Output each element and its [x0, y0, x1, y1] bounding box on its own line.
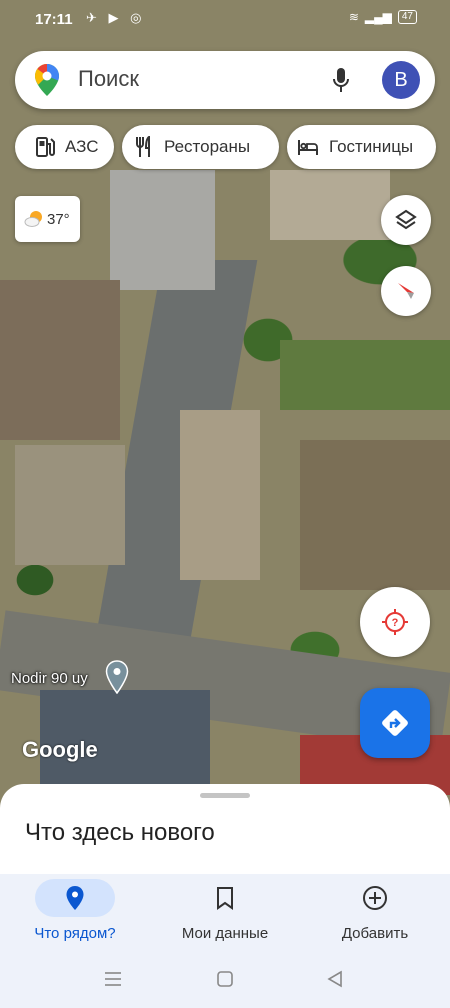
recents-icon[interactable] [103, 970, 123, 988]
chip-gas-stations[interactable]: АЗС [15, 125, 114, 169]
map-field [300, 440, 450, 590]
sheet-drag-handle[interactable] [200, 793, 250, 798]
map-field [0, 280, 120, 440]
bookmark-icon [217, 887, 233, 910]
chip-label: АЗС [65, 137, 99, 156]
search-bar[interactable]: Поиск B [15, 51, 435, 109]
avatar[interactable]: B [382, 61, 420, 99]
nav-icon-container [335, 879, 415, 917]
nav-label: Мои данные [181, 925, 269, 942]
nav-contribute[interactable]: Добавить [300, 874, 450, 952]
restaurant-icon [136, 136, 150, 157]
layers-icon [395, 209, 417, 230]
map-building [110, 170, 215, 290]
status-right: ≋ ▂▄▆ 47 [349, 10, 417, 24]
google-attribution: Google [22, 737, 98, 762]
gas-station-icon [36, 137, 55, 157]
google-maps-logo-icon [35, 64, 59, 96]
directions-icon [382, 710, 408, 736]
weather-temperature: 37° [47, 210, 70, 228]
home-icon[interactable] [216, 970, 234, 988]
map-building [270, 170, 390, 240]
map-building [180, 410, 260, 580]
back-icon[interactable] [326, 970, 344, 988]
weather-widget[interactable]: 37° [15, 196, 80, 242]
nav-explore[interactable]: Что рядом? [0, 874, 150, 952]
hotel-icon [298, 140, 318, 155]
nav-icon-container [185, 879, 265, 917]
directions-button[interactable] [360, 688, 430, 758]
chip-label: Рестораны [164, 137, 251, 156]
search-input[interactable]: Поиск [78, 66, 139, 92]
notification-icons: ✈ ▶ ◎ [86, 10, 146, 25]
nav-icon-container [35, 879, 115, 917]
microphone-icon[interactable] [331, 67, 351, 95]
status-time: 17:11 [35, 11, 73, 28]
map-building [15, 445, 125, 565]
chip-label: Гостиницы [329, 137, 414, 156]
location-pin-icon [66, 886, 84, 910]
map-pin-icon[interactable] [105, 660, 129, 694]
nav-label: Что рядом? [34, 925, 116, 942]
svg-text:?: ? [392, 617, 399, 629]
battery-indicator: 47 [397, 10, 417, 24]
system-navigation-bar [0, 952, 450, 1008]
nav-label: Добавить [341, 925, 409, 942]
compass-button[interactable] [381, 266, 431, 316]
chip-hotels[interactable]: Гостиницы [287, 125, 436, 169]
my-location-button[interactable]: ? [360, 587, 430, 657]
map-field [280, 340, 450, 410]
location-target-icon: ? [382, 609, 408, 635]
layers-button[interactable] [381, 195, 431, 245]
compass-icon [398, 283, 414, 299]
place-label[interactable]: Nodir 90 uy [11, 670, 88, 687]
sheet-title: Что здесь нового [25, 819, 215, 846]
nav-saved[interactable]: Мои данные [150, 874, 300, 952]
bottom-sheet[interactable]: Что здесь нового [0, 784, 450, 874]
signal-icon: ▂▄▆ [364, 10, 392, 24]
partly-sunny-icon [24, 211, 42, 227]
wifi-icon: ≋ [348, 10, 359, 24]
status-bar: 17:11 ✈ ▶ ◎ ≋ ▂▄▆ 47 [0, 0, 450, 40]
add-circle-icon [363, 886, 387, 910]
chip-restaurants[interactable]: Рестораны [122, 125, 279, 169]
bottom-navigation: Что рядом? Мои данные Добавить [0, 874, 450, 952]
